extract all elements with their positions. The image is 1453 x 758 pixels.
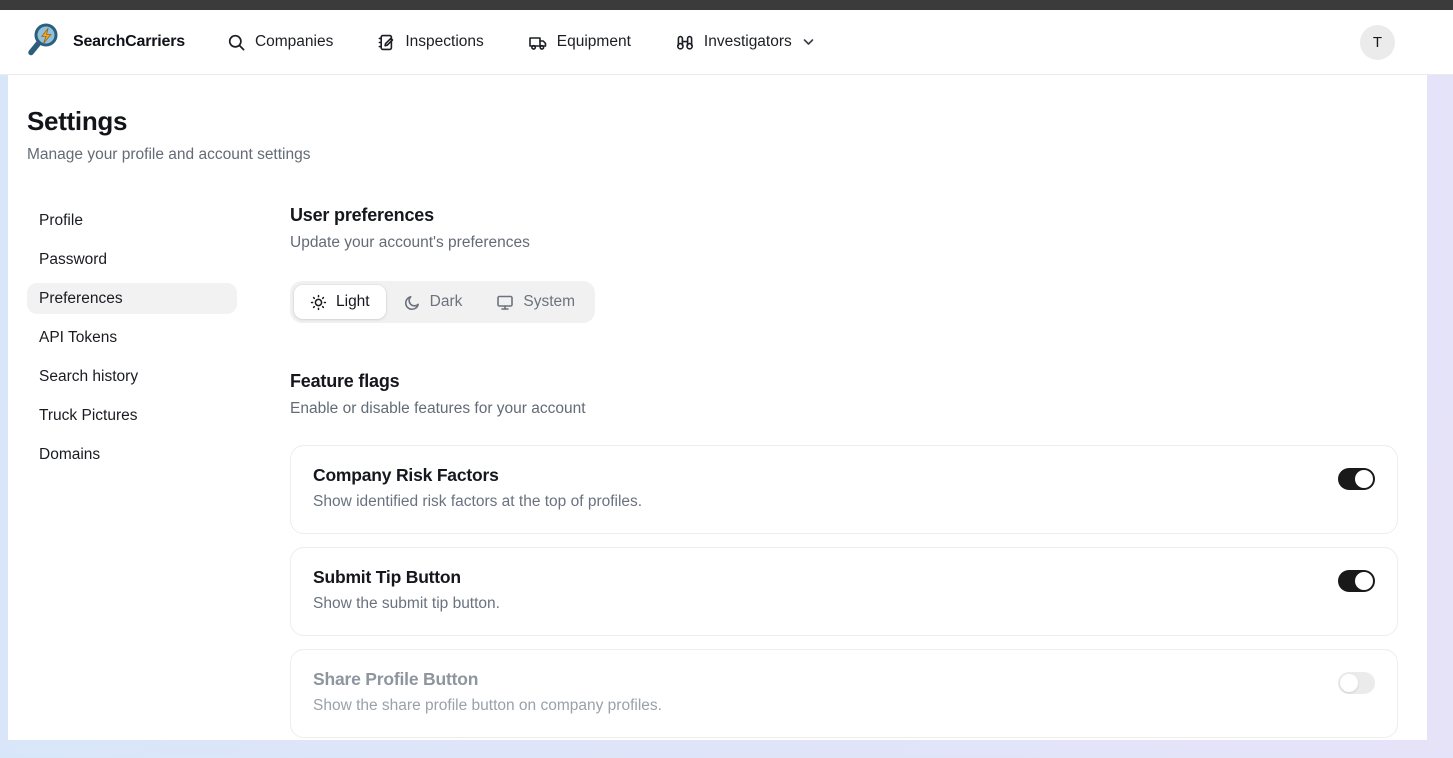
feature-flags-subheading: Enable or disable features for your acco… [290,400,1398,418]
nav-item-investigators[interactable]: Investigators [675,33,814,52]
toggle-knob [1355,470,1373,488]
settings-panel: Settings Manage your profile and account… [8,75,1427,740]
flag-text: Submit Tip Button Show the submit tip bu… [313,567,500,613]
theme-option-light[interactable]: Light [294,285,386,319]
flag-text: Company Risk Factors Show identified ris… [313,465,642,511]
brand-name: SearchCarriers [73,33,185,51]
theme-option-dark[interactable]: Dark [388,285,479,319]
nav-item-label: Inspections [405,33,483,51]
truck-icon [528,33,548,52]
flag-description: Show identified risk factors at the top … [313,493,642,511]
toggle-share-profile-button [1338,672,1375,694]
flag-text: Share Profile Button Show the share prof… [313,669,662,715]
feature-flags-section: Feature flags Enable or disable features… [290,371,1398,758]
top-strip [0,0,1453,10]
navbar: SearchCarriers Companies Inspections [0,10,1453,75]
monitor-icon [496,294,514,311]
flag-title: Company Risk Factors [313,465,642,486]
nav-item-label: Equipment [557,33,631,51]
theme-option-label: Light [336,293,370,311]
searchcarriers-logo-icon [24,20,61,65]
flag-card-submit-tip-button: Submit Tip Button Show the submit tip bu… [290,547,1398,636]
nav-item-label: Companies [255,33,333,51]
flag-title: Share Profile Button [313,669,662,690]
sidebar-item-api-tokens[interactable]: API Tokens [27,322,237,353]
feature-flag-list: Company Risk Factors Show identified ris… [290,445,1398,758]
flag-description: Show the share profile button on company… [313,697,662,715]
nav-item-label: Investigators [704,33,792,51]
sidebar-item-truck-pictures[interactable]: Truck Pictures [27,400,237,431]
user-preferences-section: User preferences Update your account's p… [290,205,1398,323]
theme-option-label: Dark [430,293,463,311]
nav-item-equipment[interactable]: Equipment [528,33,631,52]
theme-segmented-control: Light Dark [290,281,595,323]
nav-item-inspections[interactable]: Inspections [377,33,483,52]
nav-item-companies[interactable]: Companies [227,33,333,52]
page-subtitle: Manage your profile and account settings [27,146,1398,164]
feature-flags-heading: Feature flags [290,371,1398,392]
toggle-knob [1355,572,1373,590]
sidebar-item-preferences[interactable]: Preferences [27,283,237,314]
search-icon [227,33,246,52]
sun-icon [310,294,327,311]
user-avatar[interactable]: T [1360,25,1395,60]
toggle-knob [1340,674,1358,692]
user-preferences-subheading: Update your account's preferences [290,234,1398,252]
flag-card-company-risk-factors: Company Risk Factors Show identified ris… [290,445,1398,534]
inspection-icon [377,33,396,52]
settings-side-nav: Profile Password Preferences API Tokens … [27,205,237,758]
flag-title: Submit Tip Button [313,567,500,588]
page-title: Settings [27,106,1398,137]
user-preferences-heading: User preferences [290,205,1398,226]
brand[interactable]: SearchCarriers [24,20,185,65]
theme-option-system[interactable]: System [480,285,591,319]
moon-icon [404,294,421,311]
chevron-down-icon [803,38,814,46]
sidebar-item-domains[interactable]: Domains [27,439,237,470]
sidebar-item-search-history[interactable]: Search history [27,361,237,392]
flag-description: Show the submit tip button. [313,595,500,613]
binoculars-icon [675,33,695,52]
flag-card-share-profile-button: Share Profile Button Show the share prof… [290,649,1398,738]
sidebar-item-password[interactable]: Password [27,244,237,275]
main-nav: Companies Inspections [227,33,814,52]
toggle-company-risk-factors[interactable] [1338,468,1375,490]
sidebar-item-profile[interactable]: Profile [27,205,237,236]
toggle-submit-tip-button[interactable] [1338,570,1375,592]
theme-option-label: System [523,293,575,311]
